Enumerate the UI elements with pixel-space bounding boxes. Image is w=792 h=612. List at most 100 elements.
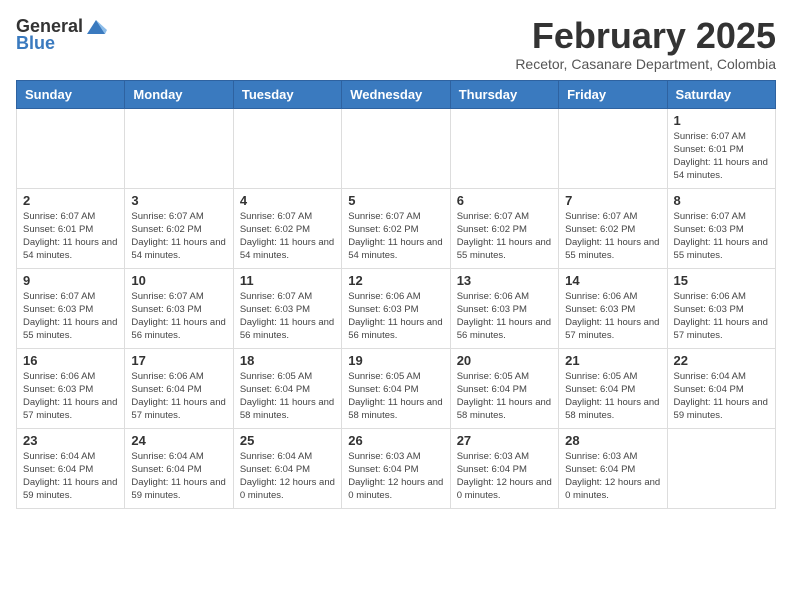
day-number: 18 [240,353,335,368]
day-info: Sunrise: 6:05 AM Sunset: 6:04 PM Dayligh… [457,370,552,423]
day-info: Sunrise: 6:03 AM Sunset: 6:04 PM Dayligh… [348,450,443,503]
calendar-cell: 17 Sunrise: 6:06 AM Sunset: 6:04 PM Dayli… [125,348,233,428]
day-of-week-header: Monday [125,80,233,108]
day-number: 12 [348,273,443,288]
calendar-cell: 9 Sunrise: 6:07 AM Sunset: 6:03 PM Daylig… [17,268,125,348]
day-of-week-header: Thursday [450,80,558,108]
month-title: February 2025 [515,16,776,56]
calendar-cell: 8 Sunrise: 6:07 AM Sunset: 6:03 PM Daylig… [667,188,775,268]
day-of-week-header: Sunday [17,80,125,108]
calendar-cell [125,108,233,188]
calendar-cell: 6Sunrise: 6:07 AM Sunset: 6:02 PM Daylig… [450,188,558,268]
day-number: 25 [240,433,335,448]
calendar-cell: 14 Sunrise: 6:06 AM Sunset: 6:03 PM Dayli… [559,268,667,348]
day-number: 15 [674,273,769,288]
calendar-cell: 5 Sunrise: 6:07 AM Sunset: 6:02 PM Daylig… [342,188,450,268]
day-number: 23 [23,433,118,448]
calendar-week-row: 16Sunrise: 6:06 AM Sunset: 6:03 PM Dayli… [17,348,776,428]
calendar-cell [559,108,667,188]
day-number: 28 [565,433,660,448]
day-info: Sunrise: 6:06 AM Sunset: 6:03 PM Dayligh… [565,290,660,343]
day-number: 11 [240,273,335,288]
day-info: Sunrise: 6:03 AM Sunset: 6:04 PM Dayligh… [457,450,552,503]
day-number: 5 [348,193,443,208]
logo-blue: Blue [16,33,55,54]
calendar-cell: 3 Sunrise: 6:07 AM Sunset: 6:02 PM Daylig… [125,188,233,268]
calendar-cell: 11 Sunrise: 6:07 AM Sunset: 6:03 PM Dayli… [233,268,341,348]
day-number: 24 [131,433,226,448]
day-number: 8 [674,193,769,208]
calendar-cell: 2 Sunrise: 6:07 AM Sunset: 6:01 PM Daylig… [17,188,125,268]
calendar-cell: 21 Sunrise: 6:05 AM Sunset: 6:04 PM Dayli… [559,348,667,428]
day-number: 21 [565,353,660,368]
day-info: Sunrise: 6:07 AM Sunset: 6:03 PM Dayligh… [240,290,335,343]
title-area: February 2025 Recetor, Casanare Departme… [515,16,776,72]
day-number: 9 [23,273,118,288]
logo-icon [85,18,107,36]
calendar-cell [342,108,450,188]
calendar-cell: 4 Sunrise: 6:07 AM Sunset: 6:02 PM Daylig… [233,188,341,268]
calendar-cell: 22 Sunrise: 6:04 AM Sunset: 6:04 PM Dayli… [667,348,775,428]
calendar-cell: 20 Sunrise: 6:05 AM Sunset: 6:04 PM Dayli… [450,348,558,428]
day-info: Sunrise: 6:05 AM Sunset: 6:04 PM Dayligh… [565,370,660,423]
day-number: 2 [23,193,118,208]
calendar-cell [233,108,341,188]
day-of-week-header: Friday [559,80,667,108]
day-number: 10 [131,273,226,288]
calendar-cell: 13Sunrise: 6:06 AM Sunset: 6:03 PM Dayli… [450,268,558,348]
day-info: Sunrise: 6:07 AM Sunset: 6:01 PM Dayligh… [23,210,118,263]
day-info: Sunrise: 6:07 AM Sunset: 6:02 PM Dayligh… [131,210,226,263]
day-info: Sunrise: 6:07 AM Sunset: 6:03 PM Dayligh… [23,290,118,343]
calendar-cell [667,428,775,508]
day-info: Sunrise: 6:06 AM Sunset: 6:03 PM Dayligh… [23,370,118,423]
calendar-week-row: 1 Sunrise: 6:07 AM Sunset: 6:01 PM Daylig… [17,108,776,188]
day-number: 20 [457,353,552,368]
day-of-week-header: Saturday [667,80,775,108]
day-info: Sunrise: 6:07 AM Sunset: 6:02 PM Dayligh… [457,210,552,263]
calendar-cell: 1 Sunrise: 6:07 AM Sunset: 6:01 PM Daylig… [667,108,775,188]
calendar-week-row: 9 Sunrise: 6:07 AM Sunset: 6:03 PM Daylig… [17,268,776,348]
day-info: Sunrise: 6:04 AM Sunset: 6:04 PM Dayligh… [131,450,226,503]
day-info: Sunrise: 6:03 AM Sunset: 6:04 PM Dayligh… [565,450,660,503]
calendar-cell: 7Sunrise: 6:07 AM Sunset: 6:02 PM Daylig… [559,188,667,268]
calendar-cell [450,108,558,188]
day-number: 13 [457,273,552,288]
day-number: 19 [348,353,443,368]
day-number: 3 [131,193,226,208]
day-number: 22 [674,353,769,368]
location-title: Recetor, Casanare Department, Colombia [515,56,776,72]
calendar-cell: 18Sunrise: 6:05 AM Sunset: 6:04 PM Dayli… [233,348,341,428]
day-info: Sunrise: 6:07 AM Sunset: 6:02 PM Dayligh… [348,210,443,263]
day-number: 4 [240,193,335,208]
day-info: Sunrise: 6:05 AM Sunset: 6:04 PM Dayligh… [348,370,443,423]
day-info: Sunrise: 6:06 AM Sunset: 6:03 PM Dayligh… [674,290,769,343]
day-number: 1 [674,113,769,128]
calendar-cell: 19 Sunrise: 6:05 AM Sunset: 6:04 PM Dayli… [342,348,450,428]
day-info: Sunrise: 6:07 AM Sunset: 6:01 PM Dayligh… [674,130,769,183]
day-info: Sunrise: 6:07 AM Sunset: 6:03 PM Dayligh… [674,210,769,263]
calendar-table: SundayMondayTuesdayWednesdayThursdayFrid… [16,80,776,509]
day-info: Sunrise: 6:04 AM Sunset: 6:04 PM Dayligh… [240,450,335,503]
day-info: Sunrise: 6:04 AM Sunset: 6:04 PM Dayligh… [23,450,118,503]
calendar-cell: 12 Sunrise: 6:06 AM Sunset: 6:03 PM Dayli… [342,268,450,348]
day-info: Sunrise: 6:04 AM Sunset: 6:04 PM Dayligh… [674,370,769,423]
calendar-header-row: SundayMondayTuesdayWednesdayThursdayFrid… [17,80,776,108]
calendar-cell: 16Sunrise: 6:06 AM Sunset: 6:03 PM Dayli… [17,348,125,428]
day-info: Sunrise: 6:06 AM Sunset: 6:04 PM Dayligh… [131,370,226,423]
day-number: 14 [565,273,660,288]
day-info: Sunrise: 6:07 AM Sunset: 6:02 PM Dayligh… [565,210,660,263]
day-info: Sunrise: 6:07 AM Sunset: 6:02 PM Dayligh… [240,210,335,263]
calendar-week-row: 23 Sunrise: 6:04 AM Sunset: 6:04 PM Dayli… [17,428,776,508]
calendar-cell: 28 Sunrise: 6:03 AM Sunset: 6:04 PM Dayli… [559,428,667,508]
calendar-cell: 10Sunrise: 6:07 AM Sunset: 6:03 PM Dayli… [125,268,233,348]
calendar-cell: 26 Sunrise: 6:03 AM Sunset: 6:04 PM Dayli… [342,428,450,508]
day-number: 26 [348,433,443,448]
calendar-cell: 25 Sunrise: 6:04 AM Sunset: 6:04 PM Dayli… [233,428,341,508]
day-info: Sunrise: 6:06 AM Sunset: 6:03 PM Dayligh… [348,290,443,343]
logo: General Blue [16,16,107,54]
calendar-cell: 24 Sunrise: 6:04 AM Sunset: 6:04 PM Dayli… [125,428,233,508]
calendar-cell [17,108,125,188]
calendar-cell: 23 Sunrise: 6:04 AM Sunset: 6:04 PM Dayli… [17,428,125,508]
day-of-week-header: Tuesday [233,80,341,108]
day-number: 17 [131,353,226,368]
